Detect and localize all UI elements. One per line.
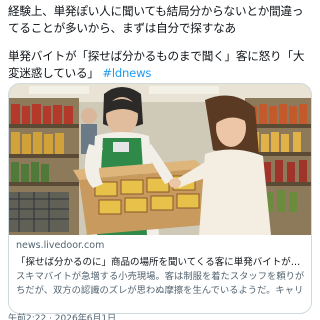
card-meta[interactable]: news.livedoor.com 「探せば分かるのに」商品の場所を聞いてくる客…	[9, 235, 311, 313]
card-domain: news.livedoor.com	[16, 240, 105, 251]
hashtag-link[interactable]: #ldnews	[102, 66, 151, 80]
post-paragraph-2: 単発バイトが「探せば分かるものまで聞く」客に怒り「大変迷惑している」 #ldne…	[8, 48, 314, 81]
post-paragraph-1: 経験上、単発ぽい人に聞いても結局分からないとか間違ってることが多いから、まずは自…	[8, 4, 304, 35]
illustration-store-scene	[9, 84, 311, 235]
post-timestamp[interactable]: 午前2:22 · 2026年6月1日	[8, 311, 116, 320]
post-headline: 単発バイトが「探せば分かるものまで聞く」客に怒り「大変迷惑している」	[8, 49, 305, 80]
card-title[interactable]: 「探せば分かるのに」商品の場所を聞いてくる客に単発バイトが怒り「大変迷惑している…	[16, 254, 306, 268]
card-description: スキマバイトが急増する小売現場。客は制服を着たスタッフを頼りがちだが、双方の認識…	[16, 271, 305, 296]
card-image[interactable]	[9, 84, 311, 235]
link-preview-card[interactable]: news.livedoor.com 「探せば分かるのに」商品の場所を聞いてくる客…	[8, 83, 312, 314]
post-text: 経験上、単発ぽい人に聞いても結局分からないとか間違ってることが多いから、まずは自…	[8, 3, 314, 81]
